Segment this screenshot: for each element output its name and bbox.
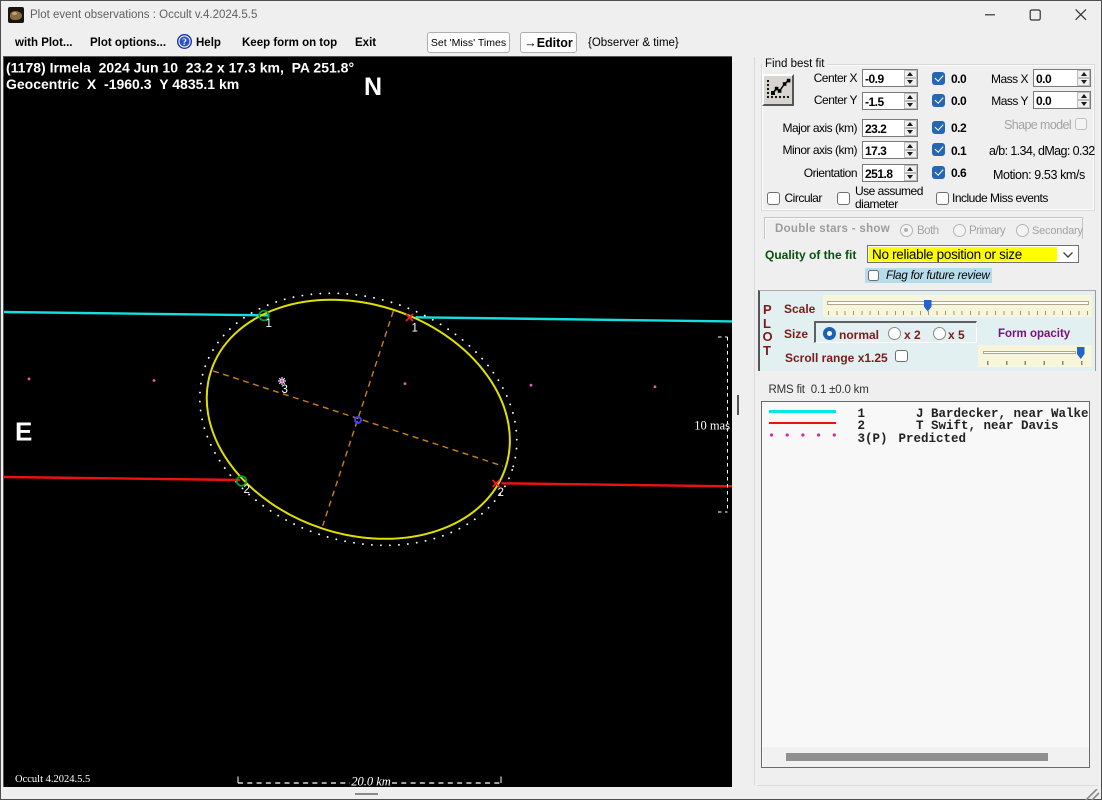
svg-text:1: 1	[412, 323, 418, 335]
svg-text:10 mas: 10 mas	[694, 419, 730, 433]
svg-text:Occult 4.2024.5.5: Occult 4.2024.5.5	[15, 774, 90, 785]
svg-text:3: 3	[282, 384, 288, 396]
svg-text:20.0 km: 20.0 km	[351, 775, 391, 788]
svg-text:2: 2	[244, 484, 250, 496]
svg-text:N: N	[364, 73, 382, 101]
svg-text:E: E	[15, 417, 32, 447]
svg-text:(1178) Irmela 2024 Jun 10 23: (1178) Irmela 2024 Jun 10 23.2 x 17.3 km…	[6, 60, 354, 76]
svg-text:?: ?	[182, 38, 187, 48]
svg-text:2: 2	[498, 487, 504, 499]
svg-text:Geocentric X -1960.3 Y 4835: Geocentric X -1960.3 Y 4835.1 km	[6, 76, 239, 92]
svg-text:1: 1	[266, 318, 272, 330]
